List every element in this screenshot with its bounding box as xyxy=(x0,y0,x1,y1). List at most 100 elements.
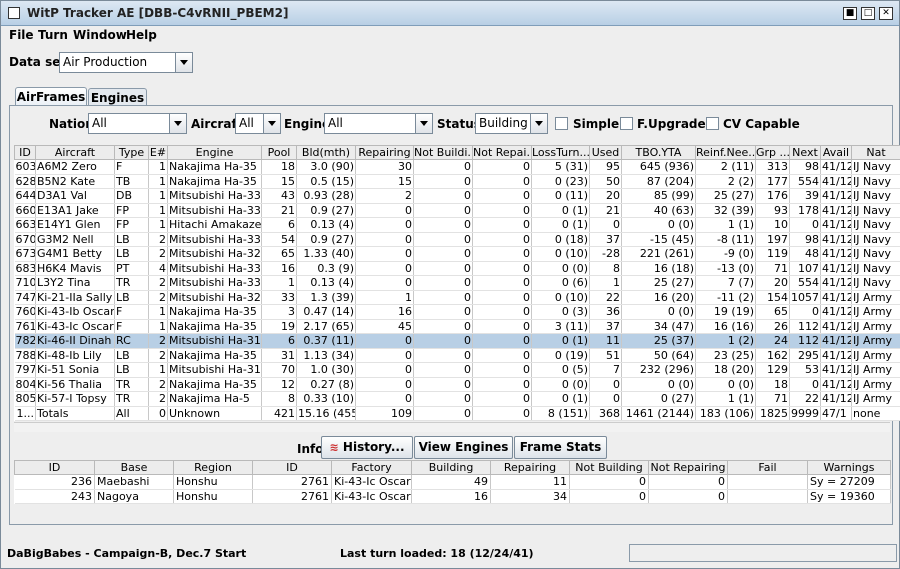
column-header[interactable]: LossTurn... xyxy=(531,145,590,160)
table-row[interactable]: 760 Ki-43-Ib Oscar F 1 Nakajima Ha-35 3 0.47 (… xyxy=(14,304,900,320)
table-cell: 0 xyxy=(789,377,821,392)
table-cell: 11 xyxy=(490,474,570,490)
table-cell: 1461 (2144) xyxy=(621,406,696,421)
column-header[interactable]: Not Repairing xyxy=(648,460,728,475)
table-cell: 2 xyxy=(148,232,168,247)
column-header[interactable]: Reinf.Nee... xyxy=(695,145,756,160)
table-row[interactable]: 663 E14Y1 Glen FP 1 Hitachi Amakaze 6 0.13 (4)… xyxy=(14,217,900,233)
table-row[interactable]: 782 Ki-46-II Dinah RC 2 Mitsubishi Ha-31 6 0.3… xyxy=(14,333,900,349)
table-cell: 0 xyxy=(355,217,414,233)
table-row[interactable]: 797 Ki-51 Sonia LB 1 Mitsubishi Ha-31 70 1.0 (… xyxy=(14,362,900,378)
column-header[interactable]: Base xyxy=(94,460,174,475)
window-title: WitP Tracker AE [DBB-C4vRNII_PBEM2] xyxy=(27,6,289,20)
table-cell: -11 (2) xyxy=(695,290,756,305)
table-row[interactable]: 710 L3Y2 Tina TR 2 Mitsubishi Ha-33 1 0.13 (4)… xyxy=(14,275,900,291)
table-cell: 1 xyxy=(148,362,168,378)
column-header[interactable]: Not Buildi... xyxy=(413,145,473,160)
simple-checkbox[interactable] xyxy=(555,117,568,130)
view-engines-button[interactable]: View Engines xyxy=(414,436,513,459)
column-header[interactable]: Not Repai... xyxy=(472,145,532,160)
table-cell: 41/12 xyxy=(820,217,852,233)
menu-turn[interactable]: Turn xyxy=(38,28,68,42)
menu-file[interactable]: File xyxy=(9,28,34,42)
frame-stats-button[interactable]: Frame Stats xyxy=(514,436,607,459)
column-header[interactable]: Not Building xyxy=(569,460,649,475)
table-row[interactable]: 236 Maebashi Honshu 2761 Ki-43-Ic Oscar 49 11 0… xyxy=(14,474,891,490)
title-bar[interactable]: WitP Tracker AE [DBB-C4vRNII_PBEM2] ■ □ … xyxy=(1,1,899,26)
simple-label: Simple xyxy=(573,117,620,131)
table-row[interactable]: 761 Ki-43-Ic Oscar F 1 Nakajima Ha-35 19 2.17 … xyxy=(14,319,900,334)
status-select[interactable]: Building xyxy=(475,113,548,134)
cvcapable-checkbox[interactable] xyxy=(706,117,719,130)
chevron-down-icon[interactable] xyxy=(175,53,192,72)
column-header[interactable]: Warnings xyxy=(807,460,891,475)
table-cell: LB xyxy=(114,290,149,305)
table-cell xyxy=(727,489,808,504)
table-row[interactable]: 673 G4M1 Betty LB 2 Mitsubishi Ha-32 65 1.33 (… xyxy=(14,246,900,262)
column-header[interactable]: Repairing xyxy=(490,460,570,475)
table-cell: 119 xyxy=(755,246,790,262)
column-header[interactable]: Used xyxy=(589,145,622,160)
column-header[interactable]: Building xyxy=(411,460,491,475)
chevron-down-icon[interactable] xyxy=(263,114,280,133)
table-cell: 0 xyxy=(413,188,473,204)
table-cell: 15 xyxy=(355,174,414,189)
column-header[interactable]: Pool xyxy=(261,145,297,160)
table-row[interactable]: 683 H6K4 Mavis PT 4 Mitsubishi Ha-33 16 0.3 (9… xyxy=(14,261,900,276)
menu-window[interactable]: Window xyxy=(73,28,127,42)
aircraft-select[interactable]: All xyxy=(235,113,281,134)
column-header[interactable]: Grp ... xyxy=(755,145,790,160)
nation-select[interactable]: All xyxy=(88,113,187,134)
close-icon[interactable]: ✕ xyxy=(879,7,893,20)
maximize-icon[interactable]: □ xyxy=(861,7,875,20)
column-header[interactable]: Type xyxy=(114,145,149,160)
table-scroll-divider[interactable] xyxy=(14,422,890,432)
column-header[interactable]: Avail xyxy=(820,145,852,160)
column-header[interactable]: Region xyxy=(173,460,253,475)
column-header[interactable]: Factory xyxy=(331,460,412,475)
column-header[interactable]: Aircraft xyxy=(35,145,115,160)
chevron-down-icon[interactable] xyxy=(530,114,547,133)
table-cell: 0 (11) xyxy=(531,188,590,204)
table-row[interactable]: 804 Ki-56 Thalia TR 2 Nakajima Ha-35 12 0.27 (… xyxy=(14,377,900,392)
table-row[interactable]: 1...TotalsAll0Unknown42115.16 (455)10900… xyxy=(14,406,900,421)
table-row[interactable]: 644 D3A1 Val DB 1 Mitsubishi Ha-33 43 0.93 (28… xyxy=(14,188,900,204)
column-header[interactable]: ID xyxy=(252,460,332,475)
column-header[interactable]: Nat xyxy=(851,145,900,160)
column-header[interactable]: Engine xyxy=(167,145,262,160)
table-row[interactable]: 747 Ki-21-IIa Sally LB 2 Mitsubishi Ha-32 33 1… xyxy=(14,290,900,305)
table-cell: IJ Army xyxy=(851,333,900,349)
table-row[interactable]: 628 B5N2 Kate TB 1 Nakajima Ha-35 15 0.5 (15) 1… xyxy=(14,174,900,189)
table-cell: 1.3 (39) xyxy=(296,290,356,305)
table-row[interactable]: 603 A6M2 Zero F 1 Nakajima Ha-35 18 3.0 (90) 30… xyxy=(14,159,900,175)
column-header[interactable]: Next xyxy=(789,145,821,160)
chevron-down-icon[interactable] xyxy=(415,114,432,133)
column-header[interactable]: TBO.YTA xyxy=(621,145,696,160)
table-cell: All xyxy=(114,406,149,421)
chevron-down-icon[interactable] xyxy=(169,114,186,133)
table-cell: 1 xyxy=(148,203,168,218)
column-header[interactable]: E# xyxy=(148,145,168,160)
table-row[interactable]: 805 Ki-57-I Topsy TR 2 Nakajima Ha-5 8 0.33 (1… xyxy=(14,391,900,407)
table-cell: 41/12 xyxy=(820,232,852,247)
dataset-select[interactable]: Air Production xyxy=(59,52,193,73)
fupgrades-checkbox[interactable] xyxy=(620,117,633,130)
menu-help[interactable]: Help xyxy=(126,28,157,42)
history-button[interactable]: ≋ History... xyxy=(321,436,413,459)
dataset-value: Air Production xyxy=(63,55,148,69)
column-header[interactable]: Fail xyxy=(727,460,808,475)
column-header[interactable]: Bld(mth) xyxy=(296,145,356,160)
table-cell: 0 (0) xyxy=(531,261,590,276)
table-row[interactable]: 660 E13A1 Jake FP 1 Mitsubishi Ha-33 21 0.9 (2… xyxy=(14,203,900,218)
table-row[interactable]: 670 G3M2 Nell LB 2 Mitsubishi Ha-33 54 0.9 (27… xyxy=(14,232,900,247)
table-cell: -8 (11) xyxy=(695,232,756,247)
engine-select[interactable]: All xyxy=(324,113,433,134)
table-cell: 797 xyxy=(14,362,36,378)
column-header[interactable]: Repairing xyxy=(355,145,414,160)
column-header[interactable]: ID xyxy=(14,460,95,475)
table-row[interactable]: 788 Ki-48-Ib Lily LB 2 Nakajima Ha-35 31 1.13 … xyxy=(14,348,900,363)
column-header[interactable]: ID xyxy=(14,145,36,160)
minimize-icon[interactable]: ■ xyxy=(843,7,857,20)
table-cell: 1.33 (40) xyxy=(296,246,356,262)
table-row[interactable]: 243 Nagoya Honshu 2761 Ki-43-Ic Oscar 16 34 0 0 S… xyxy=(14,489,891,504)
